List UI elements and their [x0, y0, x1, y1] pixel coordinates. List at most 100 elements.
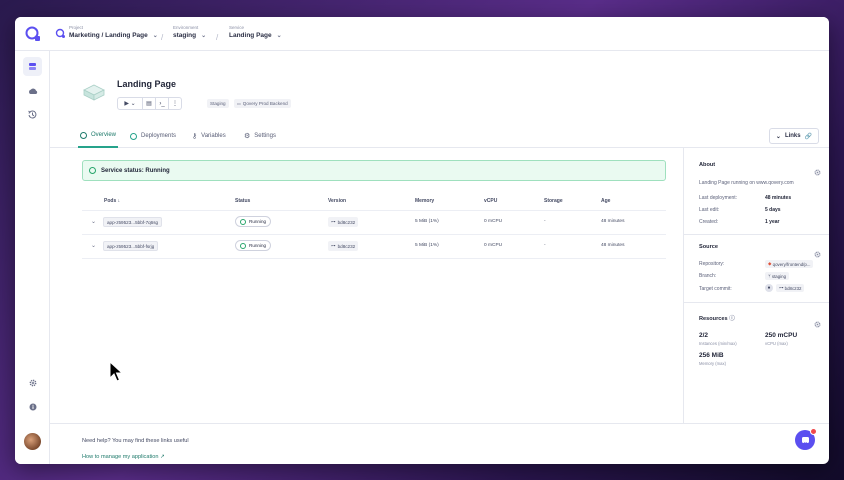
breadcrumb-service[interactable]: Service Landing Page ⌄ — [229, 25, 282, 39]
divider — [684, 234, 829, 235]
table-row[interactable]: ⌄ app-z59523...5bbf-fsrjg Running ⊶ bd8c2… — [82, 235, 666, 259]
header-status: Status — [235, 198, 251, 204]
header-pods[interactable]: Pods ↓ — [104, 198, 120, 204]
check-circle-icon — [130, 132, 137, 140]
memory-cell: 5 MiB (1%) — [415, 219, 439, 224]
check-circle-icon — [89, 167, 96, 174]
terminal-button[interactable]: ›_ — [156, 97, 169, 110]
environment-tag: Staging — [207, 99, 229, 108]
chevron-down-icon: ⌄ — [276, 33, 282, 39]
breadcrumb-environment-value: staging — [173, 32, 197, 39]
sidebar-item-environments[interactable] — [23, 57, 42, 76]
deploy-dropdown-button[interactable]: ▶ ⌄ — [117, 97, 143, 110]
gear-icon[interactable] — [814, 163, 821, 176]
breadcrumb-service-label: Service — [229, 25, 245, 30]
help-text: Need help? You may find these links usef… — [82, 438, 189, 444]
breadcrumb-project-value: Marketing / Landing Page — [69, 32, 148, 39]
help-footer: Need help? You may find these links usef… — [50, 423, 829, 464]
instances-value: 2/2 — [699, 332, 709, 339]
sidebar — [15, 51, 50, 464]
more-button[interactable]: ⋮ — [169, 97, 182, 110]
breadcrumb-project-label: Project — [69, 25, 84, 30]
tab-variables[interactable]: ⚷ Variables — [192, 124, 226, 148]
service-actions: ▶ ⌄ ▤ ›_ ⋮ — [117, 97, 182, 110]
repository-tag[interactable]: ◆ qovery/frontend/p... — [765, 260, 814, 268]
service-status-banner: Service status: Running — [82, 160, 666, 181]
age-cell: 48 minutes — [601, 243, 625, 248]
last-deployment-value: 48 minutes — [765, 195, 792, 201]
divider — [684, 302, 829, 303]
vcpu-label: vCPU (max) — [765, 341, 788, 346]
age-cell: 48 minutes — [601, 219, 625, 224]
more-vertical-icon: ⋮ — [172, 101, 178, 107]
resources-title: Resources ⓘ — [699, 316, 735, 322]
header-vcpu: vCPU — [484, 198, 498, 204]
sidebar-item-history[interactable] — [23, 105, 42, 124]
tab-bar: Overview Deployments ⚷ Variables ⚙ Setti… — [50, 124, 829, 148]
logs-icon: ▤ — [146, 101, 152, 107]
commit-icon: ⊶ — [331, 243, 336, 248]
arrow-down-icon: ↓ — [117, 198, 121, 204]
info-icon: ⓘ — [729, 316, 735, 322]
vcpu-value: 250 mCPU — [765, 332, 798, 339]
memory-cell: 5 MiB (1%) — [415, 243, 439, 248]
history-icon — [28, 110, 37, 119]
version-tag: ⊶ bd8c232 — [328, 241, 359, 251]
gear-icon — [29, 379, 36, 386]
table-header: Pods ↓ Status Version Memory vCPU Storag… — [82, 193, 666, 211]
pod-name: app-z59523...5bbf-fsrjg — [103, 241, 159, 251]
layers-icon — [29, 63, 36, 70]
commit-icon: ⊶ — [331, 219, 336, 224]
right-panel: About Landing Page running on www.qovery… — [683, 148, 829, 424]
status-badge: Running — [235, 216, 272, 227]
table-row[interactable]: ⌄ app-z59523...5bbf-7q6sg Running ⊶ bd8c2… — [82, 211, 666, 235]
links-button[interactable]: ⌄ Links 🔗 — [769, 128, 819, 144]
notification-badge — [810, 428, 817, 435]
source-title: Source — [699, 244, 718, 250]
sidebar-item-clusters[interactable] — [23, 81, 42, 100]
breadcrumb-service-value: Landing Page — [229, 32, 272, 39]
header-age: Age — [601, 198, 611, 204]
git-icon: ◆ — [768, 261, 772, 266]
gear-icon[interactable] — [814, 315, 821, 328]
gear-icon: ⚙ — [244, 133, 251, 140]
logs-button[interactable]: ▤ — [143, 97, 156, 110]
chat-button[interactable] — [795, 428, 817, 450]
commit-icon: ⊶ — [779, 285, 784, 290]
main-content: Landing Page ▶ ⌄ ▤ ›_ ⋮ Staging ▭ Qovery… — [50, 51, 829, 464]
tab-overview[interactable]: Overview — [78, 124, 119, 148]
storage-cell: - — [544, 219, 546, 224]
last-edit-label: Last edit: — [699, 207, 720, 213]
help-link[interactable]: How to manage my application ↗ — [82, 454, 165, 460]
check-circle-icon — [240, 218, 246, 225]
breadcrumb-environment[interactable]: Environment staging ⌄ — [173, 25, 206, 39]
memory-value: 256 MiB — [699, 352, 724, 359]
avatar[interactable] — [24, 433, 41, 450]
cluster-tag: ▭ Qovery Prod Backend — [234, 99, 291, 108]
header-version: Version — [328, 198, 347, 204]
check-circle-icon — [240, 242, 246, 249]
tab-deployments[interactable]: Deployments — [130, 124, 176, 148]
header-storage: Storage — [544, 198, 563, 204]
page-title: Landing Page — [117, 79, 177, 89]
branch-icon: ᛘ — [768, 273, 771, 279]
gear-icon[interactable] — [814, 245, 821, 258]
created-value: 1 year — [765, 219, 780, 225]
target-commit-tag[interactable]: ⊶ bd8c232 — [776, 284, 805, 292]
tab-settings[interactable]: ⚙ Settings — [244, 124, 276, 148]
version-tag: ⊶ bd8c232 — [328, 217, 359, 227]
breadcrumb-separator: / — [161, 33, 164, 42]
chevron-down-icon: ⌄ — [130, 101, 136, 107]
pods-table: Pods ↓ Status Version Memory vCPU Storag… — [82, 193, 666, 259]
top-bar: Project Marketing / Landing Page ⌄ / Envi… — [15, 17, 829, 51]
qovery-logo-icon[interactable] — [25, 26, 41, 42]
branch-tag: ᛘ staging — [765, 272, 790, 280]
breadcrumb-project[interactable]: Project Marketing / Landing Page ⌄ — [55, 25, 158, 39]
sidebar-item-info[interactable] — [23, 397, 42, 416]
chevron-down-icon[interactable]: ⌄ — [91, 242, 96, 249]
target-commit-label: Target commit: — [699, 286, 732, 292]
breadcrumb-environment-label: Environment — [173, 25, 199, 30]
about-description: Landing Page running on www.qovery.com — [699, 180, 794, 186]
sidebar-item-settings[interactable] — [23, 373, 42, 392]
chevron-down-icon[interactable]: ⌄ — [91, 218, 96, 225]
